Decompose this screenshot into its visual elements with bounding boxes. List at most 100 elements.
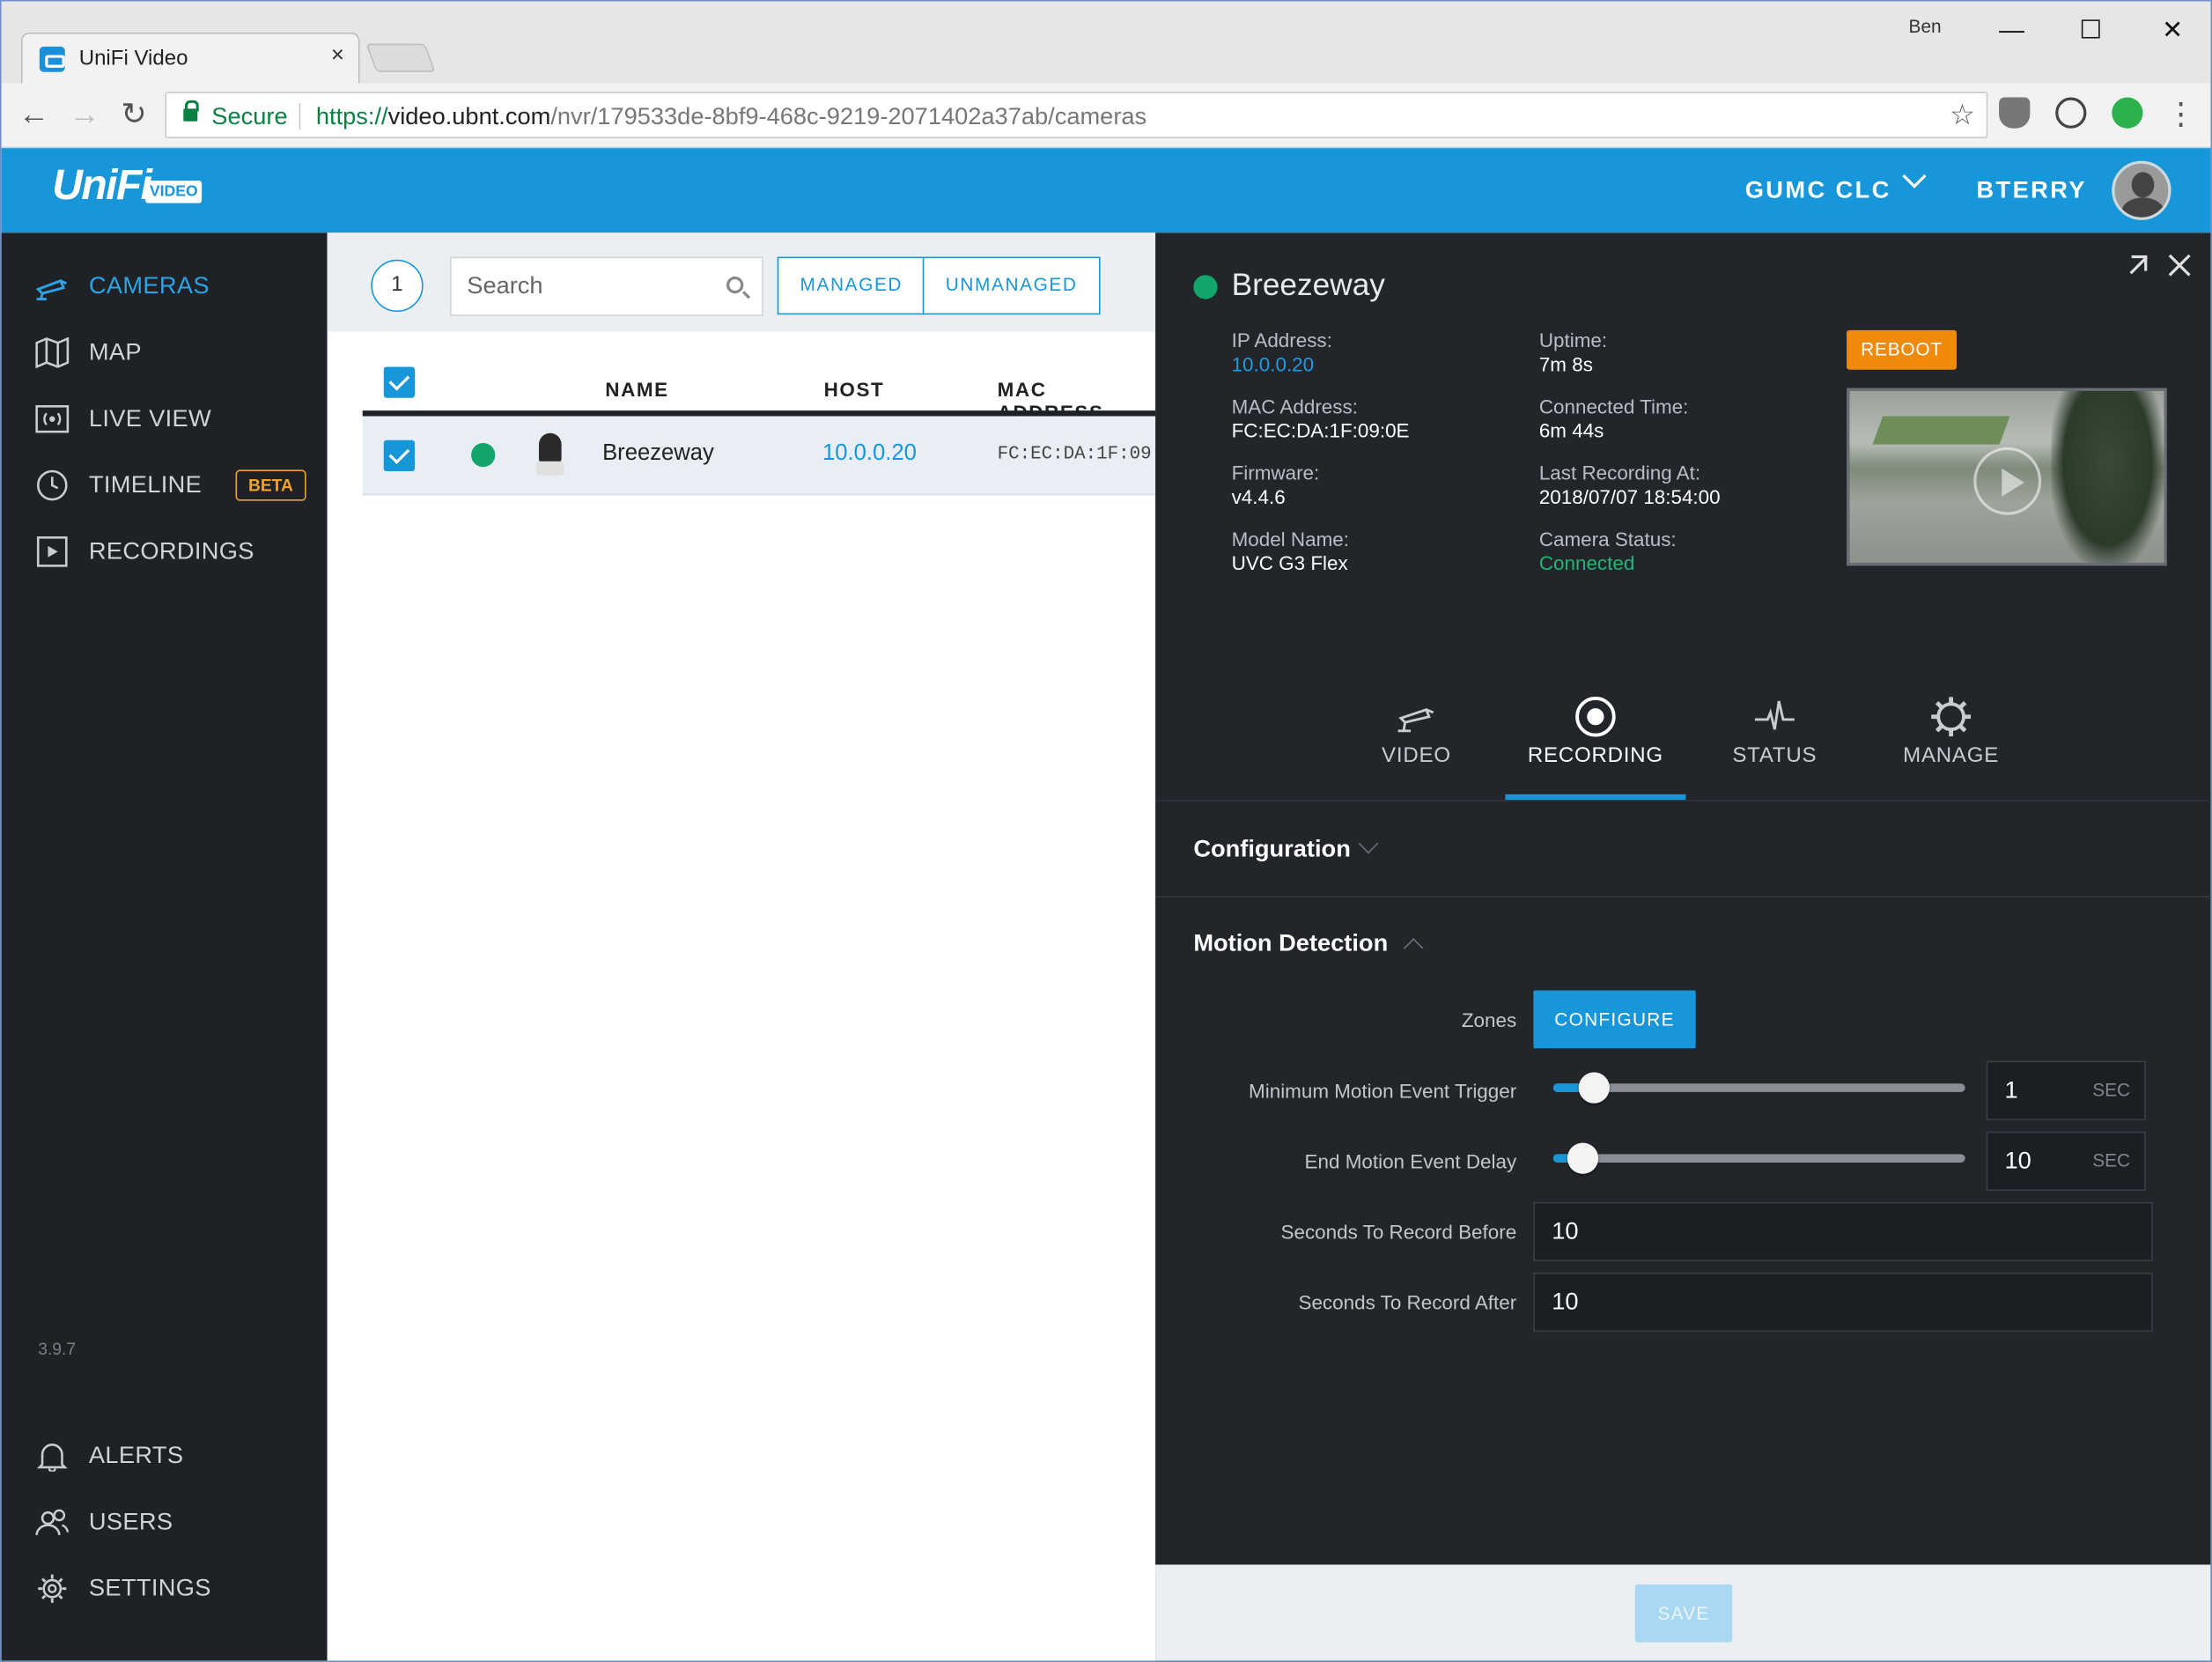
minimize-icon[interactable]: — (1990, 10, 2032, 49)
chevron-down-icon[interactable] (1902, 164, 1927, 188)
sidebar-item-label: USERS (88, 1508, 173, 1535)
end-delay-input[interactable]: 10 SEC (1986, 1131, 2146, 1191)
search-icon[interactable] (726, 276, 744, 294)
sidebar-item-cameras[interactable]: CAMERAS (2, 258, 328, 314)
ip-label: IP Address: (1231, 329, 1332, 351)
tab-recording[interactable]: RECORDING (1505, 684, 1686, 801)
connected-time-label: Connected Time: (1538, 395, 1689, 418)
address-bar[interactable]: Secure https://video.ubnt.com/nvr/179533… (165, 92, 1988, 138)
filter-bar: 1 MANAGED UNMANAGED (327, 233, 1156, 332)
ublock-extension-icon[interactable] (1999, 97, 2031, 129)
motion-detection-section-header[interactable]: Motion Detection (1193, 930, 1388, 958)
sidebar-item-label: TIMELINE (88, 471, 203, 499)
maximize-icon[interactable]: ☐ (2069, 10, 2112, 49)
slider-thumb[interactable] (1578, 1072, 1610, 1104)
preview-lawn (1872, 416, 2010, 445)
browser-menu-icon[interactable]: ⋮ (2163, 94, 2200, 134)
search-input[interactable] (451, 258, 720, 315)
camera-name-title: Breezeway (1231, 266, 1385, 302)
play-icon[interactable] (1973, 447, 2042, 515)
firmware-label: Firmware: (1231, 461, 1320, 484)
ip-value-link[interactable]: 10.0.0.20 (1232, 352, 1315, 375)
forward-icon[interactable]: → (66, 94, 103, 134)
sidebar-item-timeline[interactable]: TIMELINE BETA (2, 457, 328, 513)
table-row[interactable]: Breezeway 10.0.0.20 FC:EC:DA:1F:09 (362, 416, 1156, 496)
new-tab-button[interactable] (365, 43, 436, 72)
chevron-up-icon[interactable] (1403, 938, 1424, 958)
onepassword-extension-icon[interactable] (2055, 97, 2087, 129)
sidebar-item-alerts[interactable]: ALERTS (2, 1428, 328, 1484)
users-icon (35, 1509, 70, 1535)
column-header-name[interactable]: NAME (605, 378, 668, 401)
tab-label: STATUS (1732, 743, 1818, 768)
sidebar: CAMERAS MAP LIVE VIEW TIMELINE BETA RECO… (1, 233, 328, 1661)
grammarly-extension-icon[interactable] (2112, 97, 2143, 129)
record-before-input[interactable]: 10 (1533, 1201, 2153, 1262)
select-all-checkbox[interactable] (383, 366, 415, 398)
tab-manage[interactable]: MANAGE (1861, 684, 2041, 800)
last-recording-label: Last Recording At: (1538, 461, 1701, 484)
beta-badge: BETA (235, 469, 306, 501)
save-button[interactable]: SAVE (1634, 1584, 1733, 1643)
reload-icon[interactable]: ↻ (115, 94, 152, 134)
reboot-button[interactable]: REBOOT (1847, 329, 1958, 370)
uptime-value: 7m 8s (1538, 352, 1593, 376)
end-delay-slider[interactable] (1552, 1142, 1965, 1174)
sidebar-item-settings[interactable]: SETTINGS (2, 1561, 328, 1617)
chevron-down-icon[interactable] (1358, 833, 1379, 854)
camera-count-badge: 1 (371, 259, 424, 313)
min-trigger-input[interactable]: 1 SEC (1986, 1060, 2146, 1120)
camera-detail-panel: Breezeway IP Address: 10.0.0.20 MAC Addr… (1155, 233, 2211, 1661)
tab-status[interactable]: STATUS (1685, 684, 1865, 800)
sidebar-item-label: RECORDINGS (88, 537, 254, 565)
bookmark-star-icon[interactable]: ☆ (1950, 98, 1975, 133)
tab-close-icon[interactable]: × (331, 44, 344, 70)
row-mac-address: FC:EC:DA:1F:09 (997, 442, 1152, 465)
browser-tab[interactable]: UniFi Video × (21, 32, 360, 84)
section-divider (1155, 896, 2211, 897)
min-trigger-unit: SEC (2092, 1079, 2131, 1101)
gear-icon (1931, 697, 1972, 737)
panel-footer: SAVE (1155, 1564, 2211, 1661)
row-checkbox[interactable] (383, 440, 415, 472)
app-version: 3.9.7 (38, 1339, 77, 1359)
sidebar-item-users[interactable]: USERS (2, 1494, 328, 1550)
unifi-logo[interactable]: UniFi (52, 162, 152, 210)
row-host-link[interactable]: 10.0.0.20 (822, 441, 917, 467)
back-icon[interactable]: ← (16, 94, 53, 134)
min-trigger-value: 1 (2004, 1076, 2018, 1104)
status-online-indicator (1193, 275, 1218, 299)
min-trigger-label: Minimum Motion Event Trigger (1249, 1079, 1517, 1103)
sidebar-item-label: SETTINGS (88, 1574, 211, 1602)
row-camera-name[interactable]: Breezeway (602, 441, 714, 467)
user-menu[interactable]: BTERRY (1976, 176, 2086, 204)
popout-icon[interactable] (2127, 255, 2148, 275)
window-close-icon[interactable]: ✕ (2151, 10, 2194, 49)
record-after-input[interactable]: 10 (1533, 1272, 2153, 1333)
close-icon[interactable] (2165, 251, 2194, 279)
camera-icon (35, 278, 67, 301)
url-scheme: https:// (315, 102, 388, 130)
tab-video[interactable]: VIDEO (1326, 684, 1507, 800)
url-path: /nvr/179533de-8bf9-468c-9219-2071402a37a… (550, 102, 1147, 130)
title-bar: UniFi Video × Ben — ☐ ✕ (1, 1, 2211, 84)
sidebar-item-map[interactable]: MAP (2, 324, 328, 380)
record-before-value: 10 (1552, 1217, 1579, 1245)
url-text[interactable]: https://video.ubnt.com/nvr/179533de-8bf9… (316, 103, 1147, 131)
sidebar-item-live-view[interactable]: LIVE VIEW (2, 391, 328, 447)
slider-thumb[interactable] (1567, 1142, 1599, 1174)
mac-label: MAC Address: (1231, 395, 1358, 418)
column-header-host[interactable]: HOST (824, 378, 885, 401)
avatar[interactable] (2112, 160, 2171, 220)
configure-zones-button[interactable]: CONFIGURE (1533, 990, 1696, 1049)
camera-list-area: 1 MANAGED UNMANAGED NAME HOST MAC ADDRES… (327, 233, 1156, 1661)
sidebar-item-recordings[interactable]: RECORDINGS (2, 523, 328, 580)
camera-preview-thumbnail[interactable] (1847, 388, 2167, 566)
site-selector[interactable]: GUMC CLC (1745, 176, 1891, 204)
filter-unmanaged-button[interactable]: UNMANAGED (922, 256, 1101, 315)
min-trigger-slider[interactable] (1552, 1072, 1965, 1104)
configuration-section-header[interactable]: Configuration (1193, 835, 1351, 863)
unifi-favicon-icon (39, 46, 65, 72)
window-user-name[interactable]: Ben (1909, 16, 1942, 37)
filter-managed-button[interactable]: MANAGED (777, 256, 925, 315)
